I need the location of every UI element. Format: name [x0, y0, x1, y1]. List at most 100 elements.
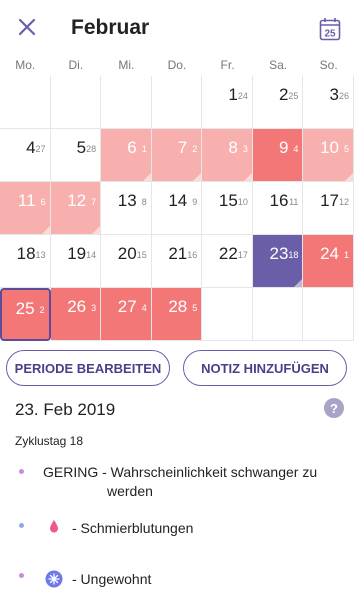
day-number: 4 [26, 138, 36, 157]
entry-text-continued: werden [107, 483, 153, 499]
action-bar: PERIODE BEARBEITEN NOTIZ HINZUFÜGEN [0, 350, 354, 388]
note-corner-marker [344, 173, 353, 181]
cycle-day-number: 27 [35, 144, 46, 154]
weekday-label: Mi. [118, 58, 135, 72]
calendar-day-2[interactable]: 2 25 [252, 76, 304, 129]
cycle-day-number: 4 [141, 303, 147, 313]
note-corner-marker [243, 173, 252, 181]
calendar-day-11[interactable]: 11 6 [0, 182, 51, 235]
cycle-day-number: 12 [338, 197, 349, 207]
help-icon[interactable]: ? [324, 398, 344, 418]
calendar-day-27[interactable]: 27 4 [101, 288, 152, 341]
calendar-empty-cell [50, 76, 102, 129]
cycle-day-number: 26 [338, 91, 349, 101]
cycle-day-number: 6 [40, 197, 46, 207]
cycle-day-number: 4 [293, 144, 299, 154]
day-number: 26 [67, 297, 87, 316]
calendar-day-22[interactable]: 22 17 [202, 235, 253, 288]
close-icon[interactable] [14, 14, 40, 40]
calendar-day-8[interactable]: 83 [202, 129, 253, 182]
calendar-day-3[interactable]: 3 26 [303, 76, 354, 129]
note-corner-marker [193, 173, 202, 181]
cycle-day-number: 18 [288, 250, 299, 260]
calendar-day-17[interactable]: 17 12 [303, 182, 354, 235]
weekday-label: Di. [68, 58, 84, 72]
cycle-day-number: 1 [343, 250, 349, 260]
calendar-day-20[interactable]: 20 15 [101, 235, 152, 288]
day-number: 5 [76, 138, 87, 157]
day-number: 20 [117, 244, 137, 263]
cycle-day-number: 2 [192, 144, 198, 154]
cycle-day-number: 13 [35, 250, 46, 260]
calendar-day-4[interactable]: 4 27 [0, 129, 51, 182]
calendar-day-10[interactable]: 10 5 [303, 129, 354, 182]
day-number: 11 [17, 191, 36, 210]
cycle-day-number: 3 [91, 303, 97, 313]
day-number: 24 [320, 244, 339, 263]
selected-date: 23. Feb 2019 [15, 400, 116, 419]
cycle-day-number: 14 [86, 250, 97, 260]
calendar-day-26[interactable]: 26 3 [50, 288, 102, 341]
calendar-day-12[interactable]: 12 7 [50, 182, 102, 235]
calendar-icon[interactable]: 25 [319, 17, 341, 41]
weekday-label: Mo. [15, 58, 36, 72]
calendar-day-6[interactable]: 61 [101, 129, 152, 182]
sparkle-icon [45, 570, 63, 588]
note-corner-marker [92, 226, 101, 234]
cycle-day-number: 5 [192, 303, 198, 313]
calendar-day-23[interactable]: 23 18 [252, 235, 304, 288]
entry-text: - Ungewohnt [72, 571, 152, 587]
app-header: Februar 25 [0, 0, 354, 56]
calendar-day-24[interactable]: 24 1 [303, 235, 354, 288]
edit-period-button[interactable]: PERIODE BEARBEITEN [6, 350, 170, 386]
list-item: GERING - Wahrscheinlichkeit schwanger zu… [0, 463, 354, 503]
cycle-day-number: 8 [141, 197, 147, 207]
entry-text: GERING - Wahrscheinlichkeit schwanger zu [43, 464, 318, 480]
calendar-empty-cell [101, 76, 152, 129]
list-item: - Ungewohnt [0, 568, 354, 592]
day-number: 18 [16, 244, 36, 263]
weekday-row: Mo. Di. Mi. Do. Fr. Sa. So. [0, 58, 354, 76]
calendar-day-19[interactable]: 19 14 [50, 235, 102, 288]
day-number: 9 [278, 138, 289, 157]
day-number: 27 [117, 297, 137, 316]
calendar-day-14[interactable]: 14 9 [151, 182, 203, 235]
note-corner-marker [41, 226, 50, 234]
cycle-day-number: 15 [136, 250, 147, 260]
day-number: 13 [117, 191, 137, 210]
cycle-day-number: 28 [86, 144, 97, 154]
day-number: 6 [127, 138, 137, 157]
calendar-empty-cell [252, 288, 304, 341]
calendar-empty-cell [151, 76, 203, 129]
calendar-empty-cell [0, 76, 51, 129]
day-number: 16 [269, 191, 289, 210]
calendar-day-15[interactable]: 15 10 [202, 182, 253, 235]
cycle-day-number: 11 [289, 197, 299, 207]
day-number: 12 [67, 191, 87, 210]
day-number: 3 [329, 85, 339, 104]
cycle-day-number: 25 [288, 91, 299, 101]
day-number: 10 [320, 138, 339, 157]
cycle-day-number: 17 [237, 250, 248, 260]
calendar-day-13[interactable]: 13 8 [101, 182, 152, 235]
weekday-label: Fr. [220, 58, 235, 72]
calendar-day-9[interactable]: 94 [252, 129, 304, 182]
day-number: 1 [228, 85, 238, 104]
calendar-day-28[interactable]: 28 5 [151, 288, 203, 341]
calendar-grid: 1 24 2 25 3 26 4 27 5 28 6 1 7 2 8 3 9 4 10 5 11 6 12 7 13 8 14 9 15… [0, 76, 354, 341]
calendar-day-21[interactable]: 21 16 [151, 235, 203, 288]
calendar-day-1[interactable]: 1 24 [202, 76, 253, 129]
day-number: 23 [269, 244, 289, 263]
calendar-day-7[interactable]: 72 [151, 129, 203, 182]
calendar-day-16[interactable]: 16 11 [252, 182, 304, 235]
calendar-day-5[interactable]: 5 28 [50, 129, 102, 182]
day-number: 2 [278, 85, 289, 104]
calendar-day-18[interactable]: 18 13 [0, 235, 51, 288]
add-note-button[interactable]: NOTIZ HINZUFÜGEN [183, 350, 347, 386]
day-number: 17 [320, 191, 339, 210]
entry-dot [19, 469, 24, 474]
calendar-empty-cell [303, 288, 354, 341]
day-number: 25 [15, 299, 35, 318]
calendar-day-25[interactable]: 25 2 [0, 288, 51, 341]
list-item: - Schmierblutungen [0, 519, 354, 543]
